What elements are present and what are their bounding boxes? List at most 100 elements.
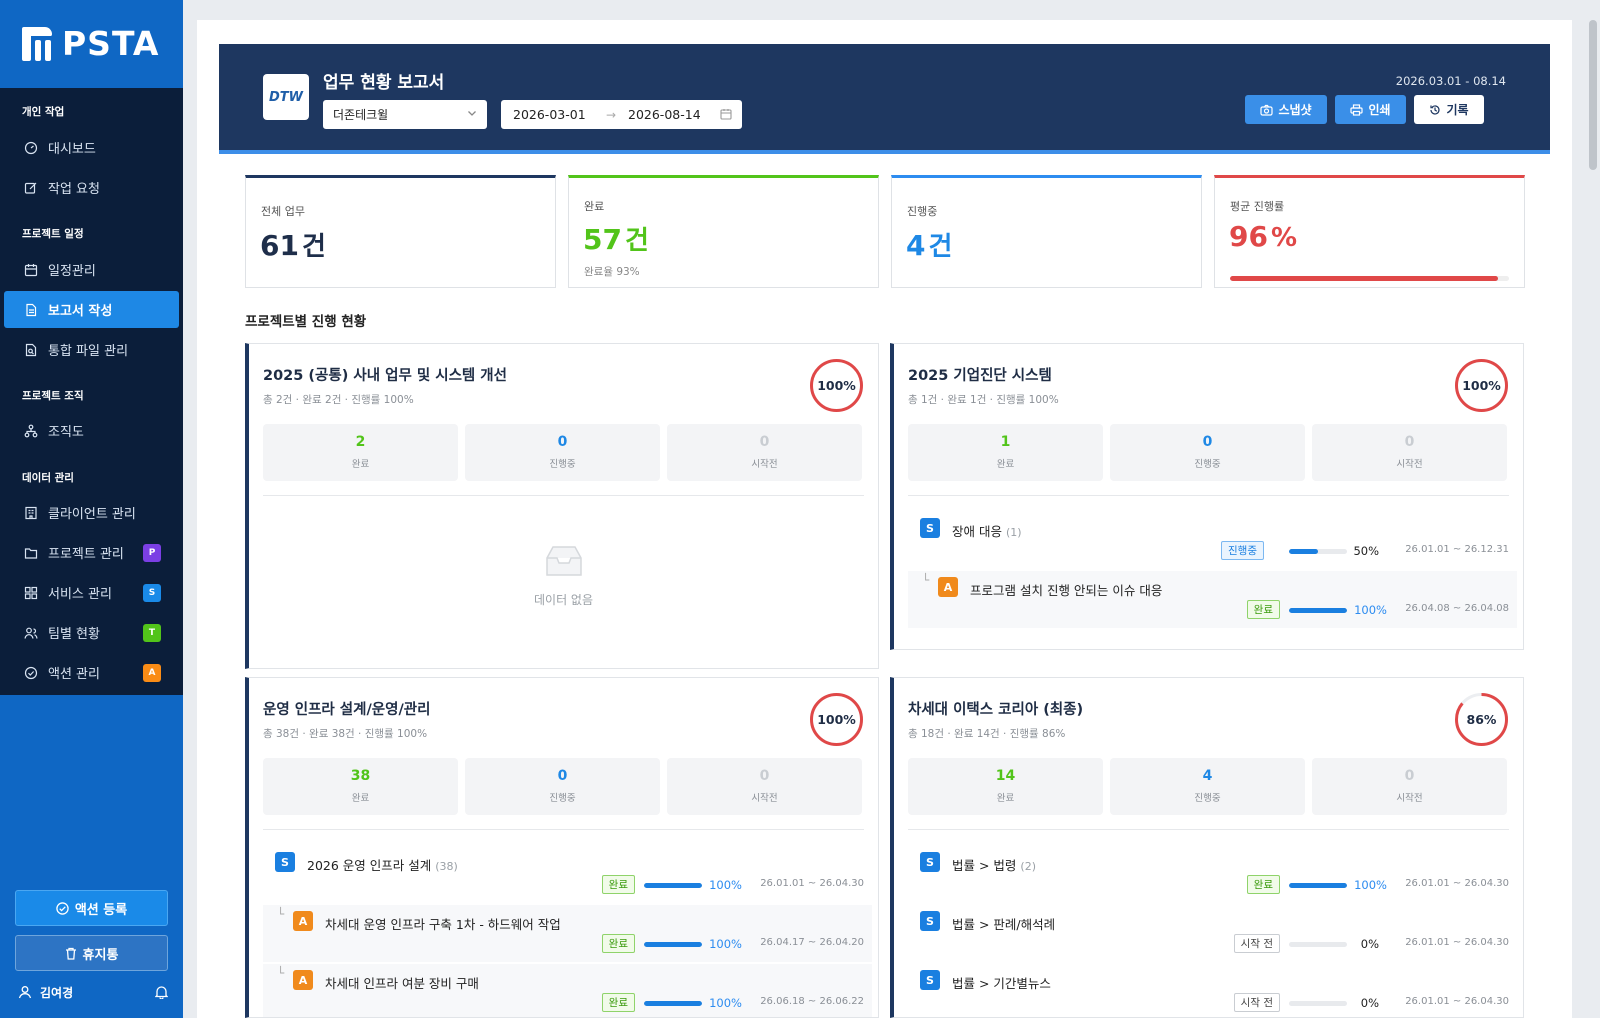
count-box: 0 시작전 <box>667 424 862 481</box>
stat-label: 전체 업무 <box>261 205 305 218</box>
task-count: (1) <box>1005 526 1022 539</box>
stat-number: 57 <box>583 223 622 256</box>
sidebar-item-grid[interactable]: 서비스 관리 S <box>4 574 179 611</box>
count-value: 0 <box>759 768 770 784</box>
task-row[interactable]: └ A 차세대 인프라 여분 장비 구매 완료 100% 26.06.18 ~ 26.06… <box>263 964 872 1017</box>
progress-percent: 50% <box>1353 544 1379 558</box>
count-value: 0 <box>1202 434 1213 450</box>
client-select[interactable]: 더존테크윌 <box>323 100 487 129</box>
sidebar-item-org-chart[interactable]: 조직도 <box>4 412 179 449</box>
task-row[interactable]: └ A 프로그램 설치 진행 안되는 이슈 대응 완료 100% 26.04.08 ~ 2… <box>908 571 1517 628</box>
progress-percent: 0% <box>1360 996 1379 1010</box>
card-divider <box>263 495 864 496</box>
count-label: 완료 <box>351 459 370 470</box>
task-name: 법률 > 판례/해석례 <box>952 914 1055 933</box>
count-label: 시작전 <box>751 793 778 804</box>
history-icon <box>1430 104 1441 115</box>
count-box: 0 시작전 <box>667 758 862 815</box>
project-card[interactable]: 차세대 이택스 코리아 (최종) 총 18건 · 완료 14건 · 진행률 86%… <box>890 677 1524 1018</box>
task-row[interactable]: S 법률 > 법령 (2) 완료 100% 26.01.01 ~ 26.04.30 <box>908 846 1517 903</box>
task-row[interactable]: S 법률 > 기간별뉴스 시작 전 0% 26.01.01 ~ 26.04.30 <box>908 964 1517 1017</box>
count-box: 38 완료 <box>263 758 458 815</box>
sidebar-item-label: 대시보드 <box>48 142 96 157</box>
project-summary: 총 38건 · 완료 38건 · 진행률 100% <box>263 728 428 740</box>
task-row[interactable]: S 2026 운영 인프라 설계 (38) 완료 100% 26.01.01 ~ 26.0… <box>263 846 872 903</box>
stat-subtext: 완료율 93% <box>584 266 640 278</box>
sidebar-item-calendar[interactable]: 일정관리 <box>4 251 179 288</box>
sidebar-item-label: 서비스 관리 <box>48 587 112 602</box>
progress-bar-fill <box>1289 549 1318 554</box>
progress-ring-label: 86% <box>1466 712 1497 727</box>
sidebar-item-check-circle[interactable]: 액션 관리 A <box>4 654 179 691</box>
sidebar-item-building[interactable]: 클라이언트 관리 <box>4 494 179 531</box>
task-name: 프로그램 설치 진행 안되는 이슈 대응 <box>970 580 1162 599</box>
service-badge: S <box>920 911 940 931</box>
sidebar-item-label: 일정관리 <box>48 264 96 279</box>
client-logo: DTW <box>263 74 309 120</box>
count-label: 진행중 <box>549 793 576 804</box>
sidebar-section-label: 프로젝트 조직 <box>22 390 84 402</box>
sidebar-item-dashboard[interactable]: 대시보드 <box>4 129 179 166</box>
task-dates: 26.01.01 ~ 26.04.30 <box>1405 937 1509 948</box>
action-badge: A <box>293 970 313 990</box>
progress-ring-label: 100% <box>1462 378 1501 393</box>
date-range-picker[interactable]: 2026-03-01 → 2026-08-14 <box>501 100 742 129</box>
count-label: 시작전 <box>1396 793 1423 804</box>
history-button[interactable]: 기록 <box>1414 95 1484 124</box>
task-count: (2) <box>1020 860 1037 873</box>
sidebar-item-file-search[interactable]: 통합 파일 관리 <box>4 331 179 368</box>
task-row[interactable]: S 장애 대응 (1) 진행중 50% 26.01.01 ~ 26.12.31 <box>908 512 1517 569</box>
sidebar-item-document[interactable]: 보고서 작성 <box>4 291 179 328</box>
count-value: 2 <box>355 434 366 450</box>
sidebar-item-badge: T <box>143 624 161 642</box>
register-action-button[interactable]: 액션 등록 <box>15 890 168 926</box>
action-badge: A <box>293 911 313 931</box>
task-dates: 26.04.08 ~ 26.04.08 <box>1405 603 1509 614</box>
print-label: 인쇄 <box>1368 103 1391 117</box>
service-badge: S <box>920 970 940 990</box>
project-card[interactable]: 운영 인프라 설계/운영/관리 총 38건 · 완료 38건 · 진행률 100%… <box>245 677 879 1018</box>
count-box: 4 진행중 <box>1110 758 1305 815</box>
stat-card: 완료 57 건 완료율 93% <box>568 175 879 288</box>
project-title: 차세대 이택스 코리아 (최종) <box>908 702 1084 718</box>
print-button[interactable]: 인쇄 <box>1335 95 1406 124</box>
task-name-text: 차세대 인프라 여분 장비 구매 <box>325 976 479 991</box>
task-dates: 26.01.01 ~ 26.04.30 <box>760 878 864 889</box>
sidebar-item-team[interactable]: 팀별 현황 T <box>4 614 179 651</box>
trash-button[interactable]: 휴지통 <box>15 935 168 971</box>
sidebar-item-badge: S <box>143 584 161 602</box>
brand-logo-icon <box>22 26 56 61</box>
brand-logo[interactable]: PSTA <box>22 24 159 63</box>
count-value: 14 <box>995 768 1016 784</box>
count-label: 완료 <box>996 793 1015 804</box>
progress-ring-label: 100% <box>817 712 856 727</box>
scrollbar[interactable] <box>1589 20 1597 170</box>
task-name: 법률 > 법령 (2) <box>952 855 1036 874</box>
date-from[interactable]: 2026-03-01 <box>513 107 586 122</box>
sidebar-item-folder[interactable]: 프로젝트 관리 P <box>4 534 179 571</box>
task-row[interactable]: └ A 차세대 운영 인프라 구축 1차 - 하드웨어 작업 완료 100% 26.04.… <box>263 905 872 962</box>
org-chart-icon <box>24 424 38 438</box>
sidebar-item-label: 통합 파일 관리 <box>48 344 129 359</box>
bell-icon[interactable] <box>155 985 168 999</box>
sidebar-item-edit[interactable]: 작업 요청 <box>4 169 179 206</box>
progress-percent: 100% <box>709 937 742 951</box>
task-row[interactable]: S 법률 > 판례/해석례 시작 전 0% 26.01.01 ~ 26.04.30 <box>908 905 1517 962</box>
project-card[interactable]: 2025 (공통) 사내 업무 및 시스템 개선 총 2건 · 완료 2건 · 진… <box>245 343 879 669</box>
sidebar-item-label: 액션 관리 <box>48 667 100 682</box>
task-name: 장애 대응 (1) <box>952 521 1022 540</box>
empty-state: 데이터 없음 <box>249 544 878 608</box>
folder-icon <box>24 546 38 560</box>
progress-bar <box>644 1001 702 1006</box>
project-card[interactable]: 2025 기업진단 시스템 총 1건 · 완료 1건 · 진행률 100% 100%… <box>890 343 1524 650</box>
progress-percent: 100% <box>1354 603 1387 617</box>
user-profile[interactable]: 김여경 <box>18 981 168 1003</box>
status-badge: 진행중 <box>1221 541 1264 560</box>
calendar-icon[interactable] <box>720 108 732 120</box>
progress-bar-fill <box>1289 608 1347 613</box>
task-name: 차세대 인프라 여분 장비 구매 <box>325 973 479 992</box>
snapshot-button[interactable]: 스냅샷 <box>1245 95 1327 124</box>
team-icon <box>24 626 38 640</box>
section-title: 프로젝트별 진행 현황 <box>245 314 367 330</box>
date-to[interactable]: 2026-08-14 <box>628 107 701 122</box>
